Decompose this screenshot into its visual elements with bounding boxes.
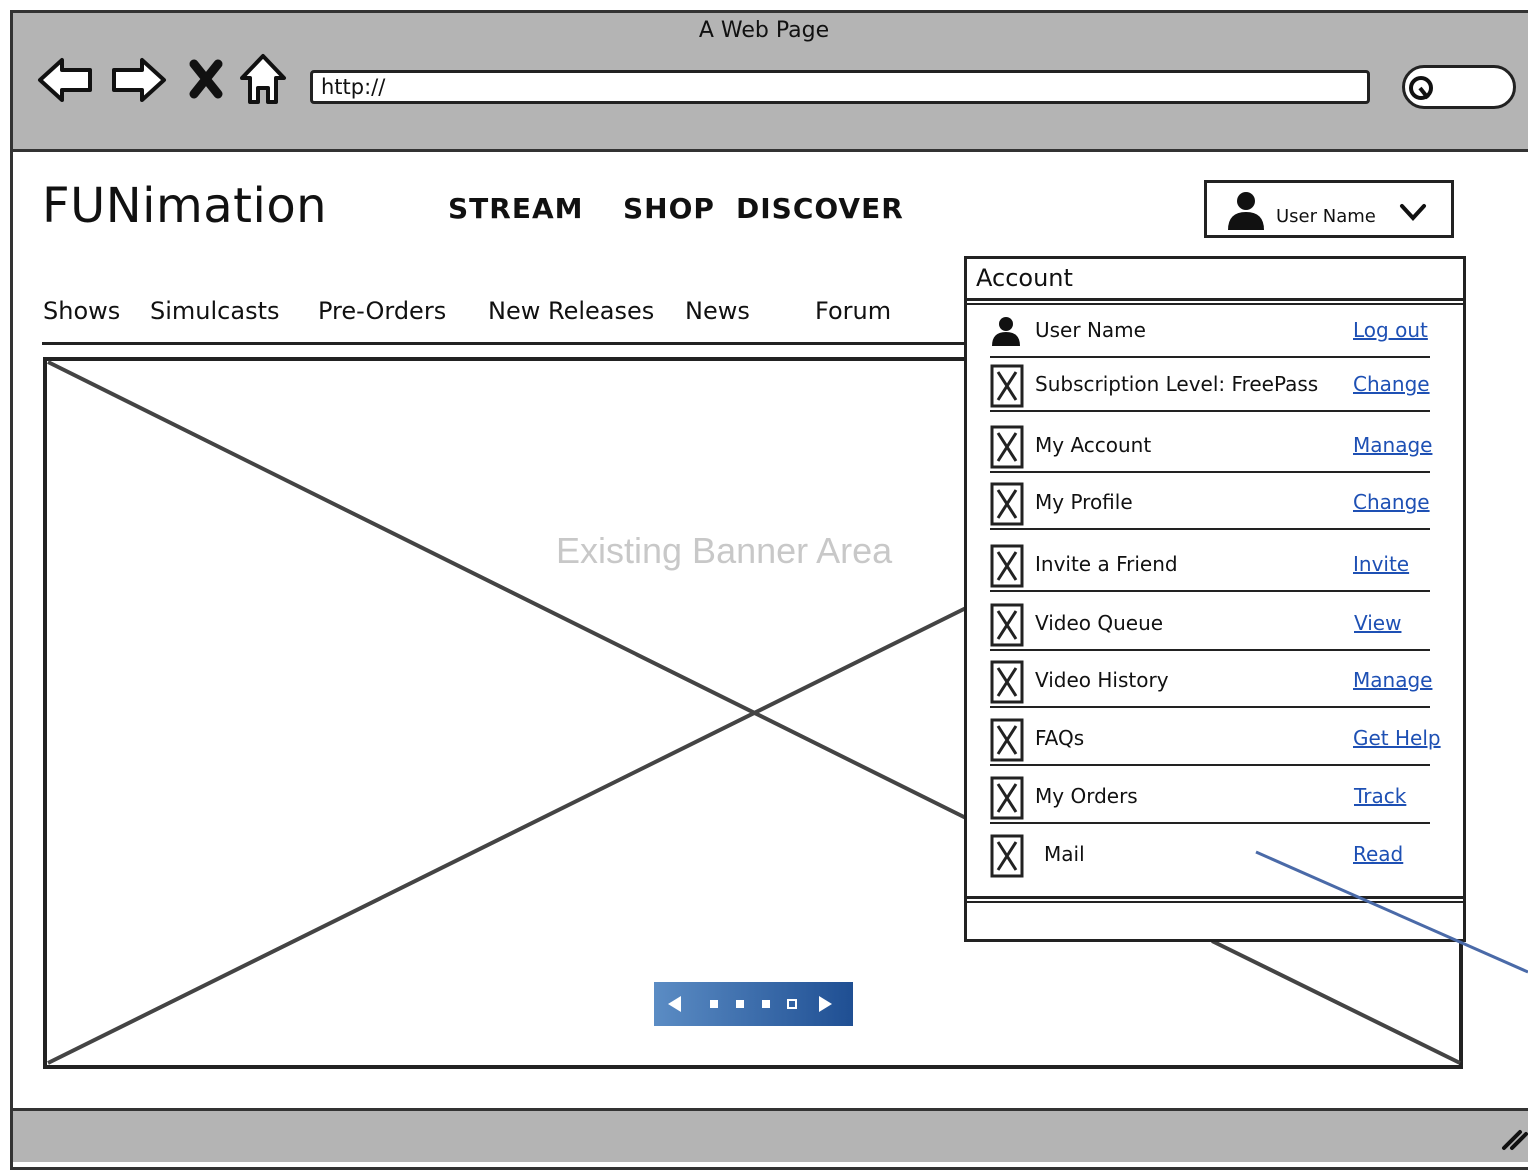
account-item-label: Video Queue: [1035, 611, 1164, 635]
subnav-news[interactable]: News: [685, 297, 750, 325]
subnav-forum[interactable]: Forum: [815, 297, 891, 325]
user-icon: [1228, 192, 1264, 230]
account-item-link[interactable]: Change: [1353, 372, 1430, 396]
account-item-label: My Profile: [1035, 490, 1133, 514]
user-icon: [992, 317, 1020, 346]
account-item-label: Subscription Level: FreePass: [1035, 372, 1319, 396]
account-item-label: Invite a Friend: [1035, 552, 1178, 576]
carousel-next-icon: [819, 996, 832, 1012]
browser-status-bar: [13, 1108, 1528, 1162]
account-item-label: Mail: [1044, 842, 1085, 866]
image-placeholder-icon: [990, 425, 1024, 469]
divider: [966, 298, 1464, 301]
carousel-dot: [736, 1000, 744, 1008]
subnav-new-releases[interactable]: New Releases: [488, 297, 654, 325]
carousel-icons: [668, 996, 832, 1012]
account-title: Account: [976, 264, 1073, 292]
divider: [966, 896, 1464, 899]
account-item-label: Video History: [1035, 668, 1169, 692]
url-field[interactable]: http://: [310, 70, 1370, 104]
divider: [966, 901, 1464, 903]
chevron-down-icon[interactable]: [1398, 200, 1428, 226]
account-item-label: FAQs: [1035, 726, 1085, 750]
account-dropdown: [964, 256, 1466, 942]
nav-shop[interactable]: SHOP: [623, 192, 715, 225]
divider: [990, 649, 1430, 651]
subnav-shows[interactable]: Shows: [43, 297, 120, 325]
image-placeholder-icon: [990, 364, 1024, 408]
divider: [990, 410, 1430, 412]
image-placeholder-icon: [990, 718, 1024, 762]
stop-icon[interactable]: [186, 52, 226, 108]
window-title: A Web Page: [698, 18, 830, 43]
divider: [990, 590, 1430, 592]
account-item-link[interactable]: Track: [1354, 784, 1406, 808]
carousel-dot: [710, 1000, 718, 1008]
image-placeholder-icon: [990, 482, 1024, 526]
divider: [990, 822, 1430, 824]
account-item-link[interactable]: Log out: [1353, 318, 1428, 342]
account-item-label: User Name: [1035, 318, 1146, 342]
nav-discover[interactable]: DISCOVER: [736, 192, 904, 225]
divider: [990, 528, 1430, 530]
search-icon[interactable]: [1404, 72, 1438, 106]
account-item-label: My Orders: [1035, 784, 1138, 808]
account-item-link[interactable]: Manage: [1353, 668, 1432, 692]
account-item-label: My Account: [1035, 433, 1152, 457]
divider: [966, 303, 1464, 305]
divider: [990, 356, 1430, 358]
user-menu-label: User Name: [1276, 206, 1376, 227]
subnav-simulcasts[interactable]: Simulcasts: [150, 297, 279, 325]
account-item-link[interactable]: Invite: [1353, 552, 1409, 576]
divider: [990, 764, 1430, 766]
forward-icon[interactable]: [108, 52, 168, 108]
account-item-link[interactable]: Get Help: [1353, 726, 1441, 750]
carousel-dot: [762, 1000, 770, 1008]
back-icon[interactable]: [36, 52, 96, 108]
carousel-prev-icon: [668, 996, 681, 1012]
nav-stream[interactable]: STREAM: [448, 192, 584, 225]
nav-divider: [42, 342, 967, 345]
site-logo[interactable]: FUNimation: [42, 178, 327, 234]
account-item-link[interactable]: Change: [1353, 490, 1430, 514]
banner-label: Existing Banner Area: [556, 530, 893, 571]
account-item-link[interactable]: View: [1354, 611, 1401, 635]
divider: [990, 471, 1430, 473]
subnav-pre-orders[interactable]: Pre-Orders: [318, 297, 446, 325]
image-placeholder-icon: [990, 776, 1024, 820]
carousel-dot-active: [787, 999, 797, 1009]
divider: [990, 706, 1430, 708]
image-placeholder-icon: [990, 544, 1024, 588]
account-item-link[interactable]: Manage: [1353, 433, 1432, 457]
image-placeholder-icon: [990, 603, 1024, 647]
account-item-link[interactable]: Read: [1353, 842, 1403, 866]
resize-grip-icon[interactable]: [1498, 1122, 1528, 1152]
image-placeholder-icon: [990, 834, 1024, 878]
home-icon[interactable]: [238, 52, 288, 108]
image-placeholder-icon: [990, 660, 1024, 704]
